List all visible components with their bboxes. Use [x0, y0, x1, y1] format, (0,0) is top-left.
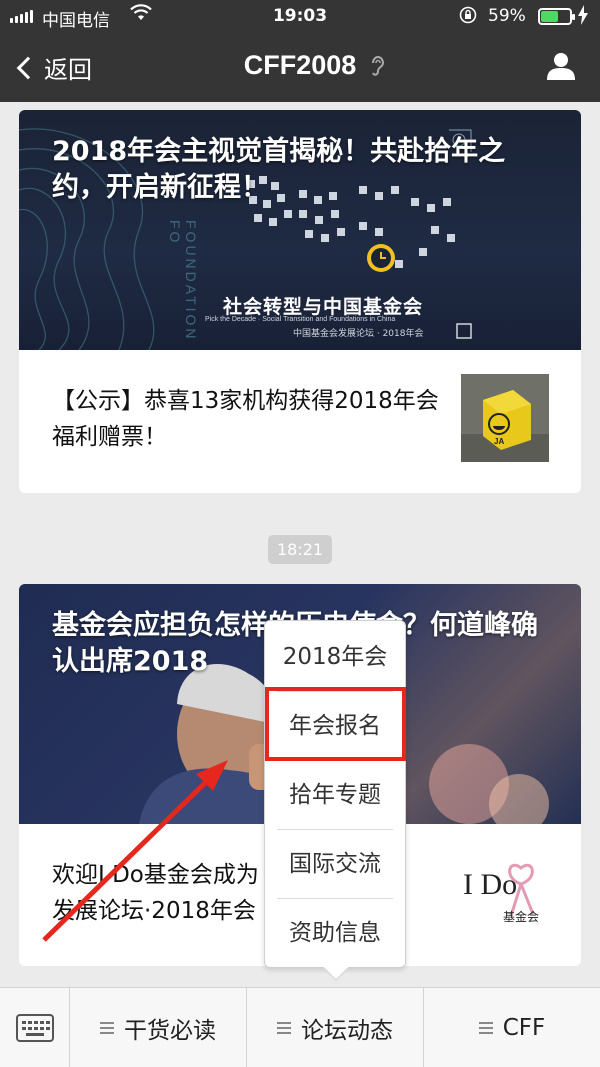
thumbnail-logo-subtext: 基金会: [503, 910, 540, 924]
sub-article-thumbnail: I Do 基金会: [461, 848, 549, 936]
menu-tab-label: CFF: [502, 1015, 546, 1041]
menu-icon: [100, 1022, 114, 1034]
popup-menu: 2018年会 年会报名 拾年专题 国际交流 资助信息: [264, 620, 406, 981]
menu-item-decade-special[interactable]: 拾年专题: [265, 761, 405, 829]
nav-bar: 返回 CFF2008: [0, 40, 600, 96]
sub-article-thumbnail: JA: [461, 374, 549, 462]
keyboard-icon[interactable]: [0, 988, 70, 1067]
chat-title: CFF2008: [243, 50, 357, 80]
menu-tab-dry-goods[interactable]: 干货必读: [70, 988, 247, 1067]
menu-tab-cff[interactable]: CFF: [424, 988, 600, 1067]
menu-item-2018-annual-meeting[interactable]: 2018年会: [265, 623, 405, 691]
highlight-box: [265, 687, 406, 761]
hero-forum-name: 中国基金会发展论坛 · 2018年会: [293, 329, 424, 339]
battery-icon: [538, 8, 575, 25]
article-hero[interactable]: FOUNDATION FO 社会转型与中国基金会 Pick the Decade…: [19, 110, 581, 350]
orientation-lock-icon: [459, 6, 477, 28]
chat-timestamp: 18:21: [268, 535, 332, 564]
menu-icon: [478, 1022, 493, 1034]
menu-tab-label: 干货必读: [124, 1018, 216, 1044]
sub-article-title[interactable]: 【公示】恭喜13家机构获得2018年会福利赠票！: [52, 383, 442, 455]
status-bar: 中国电信 19:03 59%: [0, 0, 600, 34]
charging-icon: [578, 5, 588, 29]
top-bar: 中国电信 19:03 59% 返回 CFF2008: [0, 0, 600, 102]
menu-item-international[interactable]: 国际交流: [265, 830, 405, 898]
menu-tab-forum-news[interactable]: 论坛动态: [247, 988, 424, 1067]
article-card[interactable]: FOUNDATION FO 社会转型与中国基金会 Pick the Decade…: [19, 110, 581, 493]
menu-icon: [277, 1022, 291, 1034]
ear-icon: [370, 54, 386, 83]
bottom-menu-bar: 干货必读 论坛动态 CFF: [0, 987, 600, 1067]
battery-percent: 59%: [488, 6, 526, 26]
hero-tagline: 社会转型与中国基金会: [223, 296, 424, 318]
sub-article-row[interactable]: 【公示】恭喜13家机构获得2018年会福利赠票！ JA: [19, 350, 581, 493]
hero-english-subtitle: Pick the Decade · Social Transition and …: [205, 316, 396, 323]
hero-vertical-text: FOUNDATION FO: [167, 220, 199, 342]
article-headline[interactable]: 2018年会主视觉首揭秘！共赴拾年之约，开启新征程！: [52, 134, 548, 206]
menu-tab-label: 论坛动态: [301, 1018, 393, 1044]
user-icon[interactable]: [545, 50, 577, 82]
thumbnail-text: JA: [494, 437, 504, 446]
